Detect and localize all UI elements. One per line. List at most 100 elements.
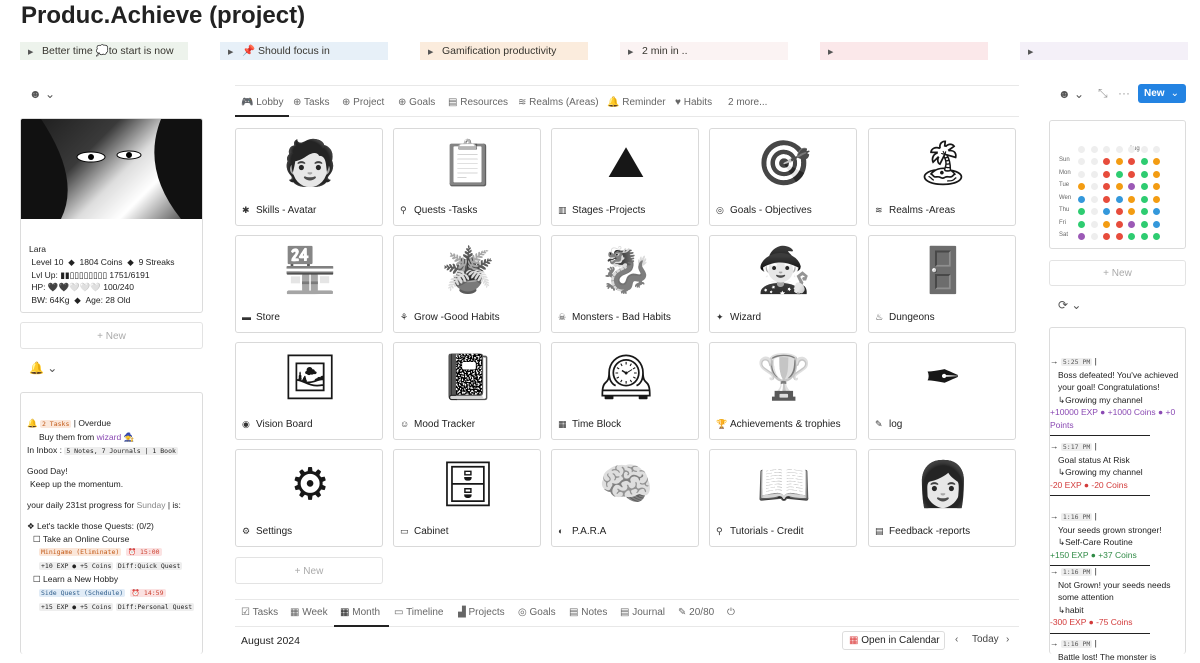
tab-timeline[interactable]: ▭ Timeline: [394, 607, 443, 618]
inbox-tag[interactable]: 5 Notes, 7 Journals | 1 Book: [64, 447, 178, 455]
tile-realms-areas[interactable]: 🏝≋Realms -Areas: [868, 128, 1016, 226]
habit-dot[interactable]: [1128, 158, 1135, 165]
tab-goals-view[interactable]: ◎ Goals: [518, 607, 556, 618]
tab-tasks[interactable]: ⊕ Tasks: [293, 97, 330, 108]
habit-dot[interactable]: [1078, 233, 1085, 240]
habit-dot[interactable]: [1103, 208, 1110, 215]
habit-dot[interactable]: [1116, 233, 1123, 240]
smiley-icon[interactable]: ☻ ⌄: [1058, 87, 1084, 101]
wizard-link[interactable]: wizard: [97, 432, 122, 442]
feed-project[interactable]: ↳Growing my channel: [1050, 466, 1187, 479]
prev-month-button[interactable]: ‹: [955, 634, 958, 645]
habit-dot[interactable]: [1103, 221, 1110, 228]
habit-dot[interactable]: [1141, 233, 1148, 240]
tile-monsters-bad-habits[interactable]: 🐉☠Monsters - Bad Habits: [551, 235, 699, 333]
quest-item[interactable]: ☐ Take an Online Course: [27, 533, 202, 546]
tile-feedback-reports[interactable]: 👩▤Feedback -reports: [868, 449, 1016, 547]
tab-resources[interactable]: ▤ Resources: [448, 97, 508, 108]
habit-dot[interactable]: [1091, 208, 1098, 215]
habit-dot[interactable]: [1078, 208, 1085, 215]
tab-journal[interactable]: ▤ Journal: [620, 607, 665, 618]
expand-icon[interactable]: ⤡: [1098, 86, 1108, 101]
next-month-button[interactable]: ›: [1006, 634, 1009, 645]
habit-dot[interactable]: [1091, 171, 1098, 178]
habit-dot[interactable]: [1153, 208, 1160, 215]
tile-vision-board[interactable]: 🖼◉Vision Board: [235, 342, 383, 440]
tab-goals[interactable]: ⊕ Goals: [398, 97, 435, 108]
activity-icon[interactable]: ⟳ ⌄: [1058, 298, 1081, 312]
habit-dot[interactable]: [1128, 208, 1135, 215]
new-habit-button[interactable]: + New: [1049, 260, 1186, 286]
tile-skills-avatar[interactable]: 🧑✱Skills - Avatar: [235, 128, 383, 226]
habit-dot[interactable]: [1128, 196, 1135, 203]
habit-dot[interactable]: [1078, 183, 1085, 190]
habit-dot[interactable]: [1103, 183, 1110, 190]
habit-dot[interactable]: [1091, 233, 1098, 240]
habit-dot[interactable]: [1116, 196, 1123, 203]
habit-dot[interactable]: [1141, 221, 1148, 228]
habit-dot[interactable]: [1078, 171, 1085, 178]
chevron-down-icon[interactable]: ⌄: [1171, 88, 1179, 99]
tile-dungeons[interactable]: 🚪♨Dungeons: [868, 235, 1016, 333]
habit-dot[interactable]: [1103, 171, 1110, 178]
tile-store[interactable]: 🏪▬Store: [235, 235, 383, 333]
tile-achievements-trophies[interactable]: 🏆🏆Achievements & trophies: [709, 342, 857, 440]
habit-dot[interactable]: [1128, 221, 1135, 228]
tile-quests-tasks[interactable]: 📋⚲Quests -Tasks: [393, 128, 541, 226]
feed-project[interactable]: ↳Self-Care Routine: [1050, 536, 1187, 549]
tab-tasks-view[interactable]: ☑ Tasks: [241, 607, 278, 618]
tile-settings[interactable]: ⚙⚙Settings: [235, 449, 383, 547]
habit-dot[interactable]: [1078, 221, 1085, 228]
habit-dot[interactable]: [1128, 183, 1135, 190]
habit-dot[interactable]: [1141, 196, 1148, 203]
tab-lobby[interactable]: 🎮 Lobby: [241, 97, 283, 108]
toggle-better-time[interactable]: ▶Better time 💭to start is now: [20, 42, 188, 60]
habit-dot[interactable]: [1116, 221, 1123, 228]
more-icon[interactable]: ···: [1118, 86, 1130, 100]
tile-mood-tracker[interactable]: 📓☺Mood Tracker: [393, 342, 541, 440]
habit-dot[interactable]: [1153, 221, 1160, 228]
tile-wizard[interactable]: 🧙✦Wizard: [709, 235, 857, 333]
habit-dot[interactable]: [1091, 158, 1098, 165]
feed-project[interactable]: ↳Growing my channel: [1050, 394, 1187, 407]
habit-dot[interactable]: [1078, 158, 1085, 165]
profile-card[interactable]: Lara Level 10 ◆ 1804 Coins ◆ 9 Streaks L…: [20, 118, 203, 313]
open-in-calendar-button[interactable]: ▦ Open in Calendar: [842, 631, 945, 650]
habit-dot[interactable]: [1091, 183, 1098, 190]
tab-notes[interactable]: ▤ Notes: [569, 607, 607, 618]
toggle-6[interactable]: ▶: [1020, 42, 1188, 60]
habit-dot[interactable]: [1103, 196, 1110, 203]
tile-log[interactable]: ✒✎log: [868, 342, 1016, 440]
checkbox-icon[interactable]: ☐: [33, 534, 41, 544]
toggle-gamification[interactable]: ▶Gamification productivity: [420, 42, 588, 60]
tile-p-a-r-a[interactable]: 🧠◐P.A.R.A: [551, 449, 699, 547]
habit-dot[interactable]: [1116, 171, 1123, 178]
tab-project[interactable]: ⊕ Project: [342, 97, 384, 108]
tasks-tag[interactable]: 2 Tasks: [40, 420, 71, 428]
habit-dot[interactable]: [1141, 158, 1148, 165]
quest-item[interactable]: ☐ Learn a New Hobby: [27, 573, 202, 586]
habit-dot[interactable]: [1116, 183, 1123, 190]
habit-dot[interactable]: [1153, 183, 1160, 190]
feed-project[interactable]: ↳habit: [1050, 604, 1187, 617]
tab-habits[interactable]: ♥ Habits: [675, 97, 712, 108]
habit-dot[interactable]: [1153, 158, 1160, 165]
tile-time-block[interactable]: 🕰▦Time Block: [551, 342, 699, 440]
habit-dot[interactable]: [1116, 158, 1123, 165]
habit-dot[interactable]: [1128, 171, 1135, 178]
smiley-icon[interactable]: ☻ ⌄: [29, 87, 55, 101]
checkbox-icon[interactable]: ☐: [33, 574, 41, 584]
today-button[interactable]: Today: [972, 634, 999, 645]
habit-dot[interactable]: [1078, 196, 1085, 203]
tab-more[interactable]: 2 more...: [728, 97, 767, 108]
habit-dot[interactable]: [1091, 196, 1098, 203]
tab-2080[interactable]: ✎ 20/80: [678, 607, 714, 618]
tab-month[interactable]: ▦ Month: [340, 607, 380, 618]
bell-icon[interactable]: 🔔 ⌄: [29, 361, 57, 375]
tile-cabinet[interactable]: 🗄▭Cabinet: [393, 449, 541, 547]
habit-dot[interactable]: [1153, 233, 1160, 240]
tab-projects[interactable]: ▟ Projects: [458, 607, 505, 618]
habit-dot[interactable]: [1116, 208, 1123, 215]
tab-realms[interactable]: ≋ Realms (Areas): [518, 97, 599, 108]
power-icon[interactable]: ⏻: [727, 607, 735, 618]
